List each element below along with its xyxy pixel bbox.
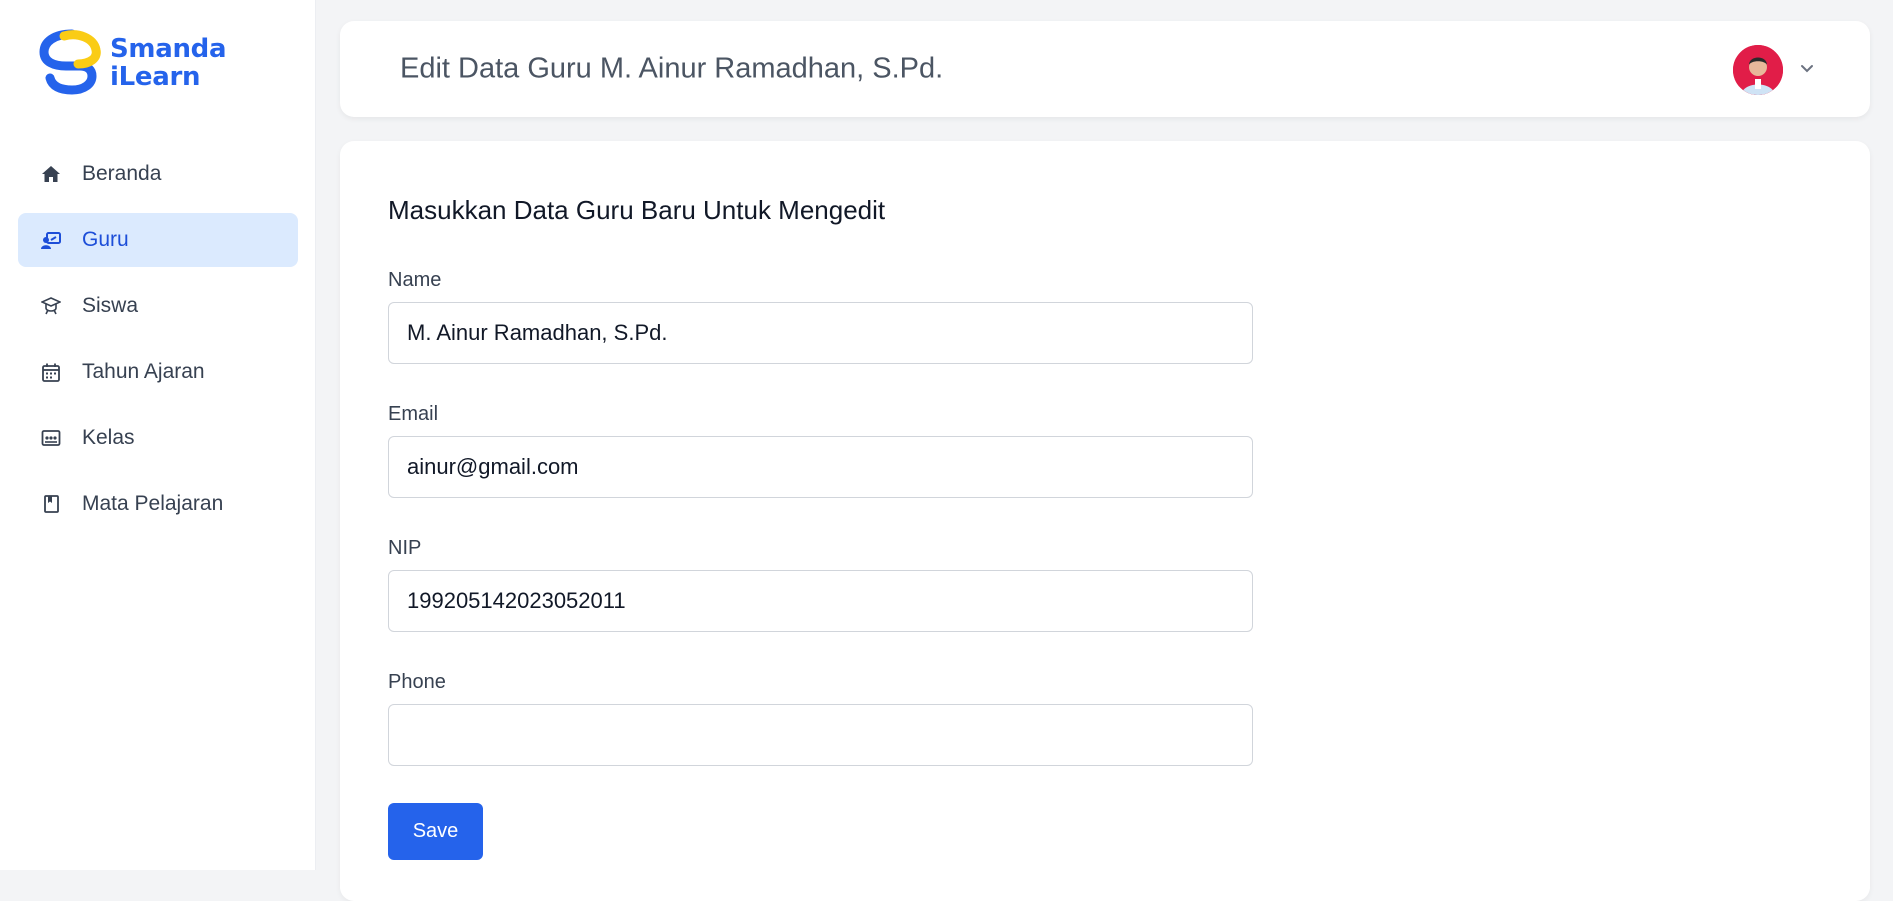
calendar-icon (40, 361, 62, 383)
save-button[interactable]: Save (388, 803, 483, 860)
phone-label: Phone (388, 671, 446, 693)
edit-form-card: Masukkan Data Guru Baru Untuk Mengedit N… (340, 141, 1870, 901)
logo-text: Smanda iLearn (110, 34, 227, 92)
sidebar-item-tahun-ajaran[interactable]: Tahun Ajaran (18, 345, 298, 399)
chevron-down-icon[interactable] (1798, 59, 1816, 77)
sidebar: Smanda iLearn Beranda Guru Siswa Tahun A… (0, 0, 316, 870)
home-icon (40, 163, 62, 185)
name-field-group: Name (388, 269, 1253, 364)
classroom-icon (40, 427, 62, 449)
sidebar-item-mata-pelajaran[interactable]: Mata Pelajaran (18, 477, 298, 531)
phone-field-group: Phone (388, 671, 1253, 766)
page-header: Edit Data Guru M. Ainur Ramadhan, S.Pd. (340, 21, 1870, 117)
sidebar-item-kelas[interactable]: Kelas (18, 411, 298, 465)
app-logo[interactable]: Smanda iLearn (38, 28, 227, 98)
user-avatar[interactable] (1733, 45, 1783, 95)
sidebar-nav: Beranda Guru Siswa Tahun Ajaran Kelas Ma… (18, 147, 298, 543)
nip-label: NIP (388, 537, 422, 559)
logo-icon (39, 29, 101, 95)
email-label: Email (388, 403, 439, 425)
sidebar-item-label: Kelas (82, 426, 135, 449)
email-input[interactable] (388, 436, 1253, 498)
book-icon (40, 493, 62, 515)
name-input[interactable] (388, 302, 1253, 364)
logo-line-2: iLearn (110, 62, 201, 92)
name-label: Name (388, 269, 442, 291)
sidebar-item-siswa[interactable]: Siswa (18, 279, 298, 333)
student-icon (40, 295, 62, 317)
sidebar-item-label: Beranda (82, 162, 162, 185)
avatar-image (1733, 45, 1783, 95)
sidebar-item-label: Siswa (82, 294, 139, 317)
sidebar-item-beranda[interactable]: Beranda (18, 147, 298, 201)
nip-input[interactable] (388, 570, 1253, 632)
sidebar-item-guru[interactable]: Guru (18, 213, 298, 267)
page-title: Edit Data Guru M. Ainur Ramadhan, S.Pd. (400, 52, 944, 85)
form-heading: Masukkan Data Guru Baru Untuk Mengedit (388, 195, 886, 225)
sidebar-item-label: Tahun Ajaran (82, 360, 205, 383)
email-field-group: Email (388, 403, 1253, 498)
phone-input[interactable] (388, 704, 1253, 766)
teacher-icon (40, 229, 62, 251)
logo-line-1: Smanda (110, 34, 227, 64)
sidebar-item-label: Guru (82, 228, 129, 251)
nip-field-group: NIP (388, 537, 1253, 632)
sidebar-item-label: Mata Pelajaran (82, 492, 224, 515)
